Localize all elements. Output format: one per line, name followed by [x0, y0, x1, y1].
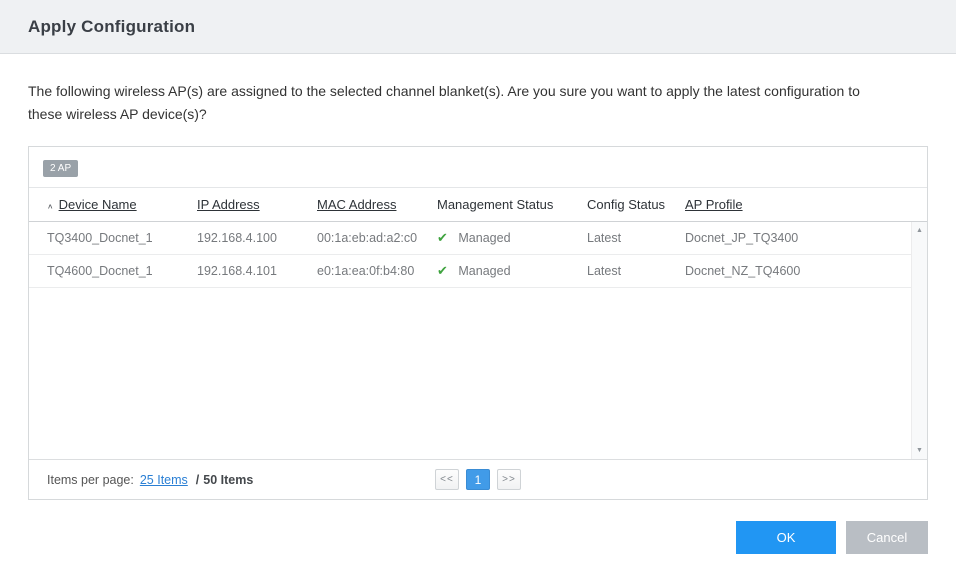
table-header-row: ∧ Device Name IP Address MAC Address Mana…: [29, 188, 927, 222]
cell-ap-profile: Docnet_JP_TQ3400: [685, 231, 799, 245]
column-header-label: Config Status: [587, 197, 666, 212]
count-badge-row: 2 AP: [29, 147, 927, 188]
column-header-label: Device Name: [58, 197, 137, 212]
table-footer: Items per page: 25 Items / 50 Items << 1…: [29, 459, 927, 499]
vertical-scrollbar[interactable]: ▲ ▼: [911, 222, 927, 459]
items-separator: /: [195, 472, 200, 487]
sort-asc-icon: ∧: [47, 202, 54, 211]
column-header-ip-address[interactable]: IP Address: [197, 197, 317, 212]
column-header-device-name[interactable]: ∧ Device Name: [47, 197, 197, 212]
page-title: Apply Configuration: [28, 16, 196, 36]
ap-count-badge: 2 AP: [43, 160, 79, 177]
column-header-label: AP Profile: [685, 197, 743, 212]
pagination-prev-button[interactable]: <<: [435, 469, 459, 490]
table-rows: TQ3400_Docnet_1 192.168.4.100 00:1a:eb:a…: [29, 222, 911, 288]
cancel-button[interactable]: Cancel: [846, 521, 928, 554]
pagination: << 1 >>: [435, 469, 521, 490]
column-header-ap-profile[interactable]: AP Profile: [685, 197, 927, 212]
items-per-page-link[interactable]: 25 Items: [140, 473, 188, 487]
pagination-page-1-button[interactable]: 1: [466, 469, 490, 490]
dialog-header: Apply Configuration: [0, 0, 956, 54]
items-per-page-label: Items per page:: [47, 472, 134, 487]
cell-mac-address: e0:1a:ea:0f:b4:80: [317, 264, 415, 278]
cell-ap-profile: Docnet_NZ_TQ4600: [685, 264, 801, 278]
cell-device-name: TQ4600_Docnet_1: [47, 264, 153, 278]
management-status-text: Managed: [458, 264, 511, 278]
column-header-label: IP Address: [197, 197, 260, 212]
ok-button[interactable]: OK: [736, 521, 836, 554]
cell-config-status: Latest: [587, 264, 622, 278]
managed-check-icon: ✔: [437, 263, 448, 278]
confirmation-message: The following wireless AP(s) are assigne…: [28, 83, 860, 122]
cell-ip-address: 192.168.4.100: [197, 231, 277, 245]
management-status-text: Managed: [458, 231, 511, 245]
scroll-down-icon[interactable]: ▼: [912, 442, 927, 459]
cell-ip-address: 192.168.4.101: [197, 264, 277, 278]
table-body: TQ3400_Docnet_1 192.168.4.100 00:1a:eb:a…: [29, 222, 927, 459]
table-row[interactable]: TQ4600_Docnet_1 192.168.4.101 e0:1a:ea:0…: [29, 255, 911, 288]
dialog-actions: OK Cancel: [0, 500, 956, 554]
column-header-mac-address[interactable]: MAC Address: [317, 197, 437, 212]
column-header-config-status: Config Status: [587, 197, 685, 212]
cell-mac-address: 00:1a:eb:ad:a2:c0: [317, 231, 418, 245]
column-header-label: Management Status: [437, 197, 554, 212]
column-header-management-status: Management Status: [437, 197, 587, 212]
cell-management-status: ✔ Managed: [437, 230, 587, 246]
managed-check-icon: ✔: [437, 230, 448, 245]
cell-device-name: TQ3400_Docnet_1: [47, 231, 153, 245]
table-row[interactable]: TQ3400_Docnet_1 192.168.4.100 00:1a:eb:a…: [29, 222, 911, 255]
cell-management-status: ✔ Managed: [437, 263, 587, 279]
pagination-next-button[interactable]: >>: [497, 469, 521, 490]
ap-table-panel: 2 AP ∧ Device Name IP Address MAC Address…: [28, 146, 928, 500]
scroll-up-icon[interactable]: ▲: [912, 222, 927, 239]
cell-config-status: Latest: [587, 231, 622, 245]
total-items-label: 50 Items: [203, 472, 254, 487]
column-header-label: MAC Address: [317, 197, 397, 212]
